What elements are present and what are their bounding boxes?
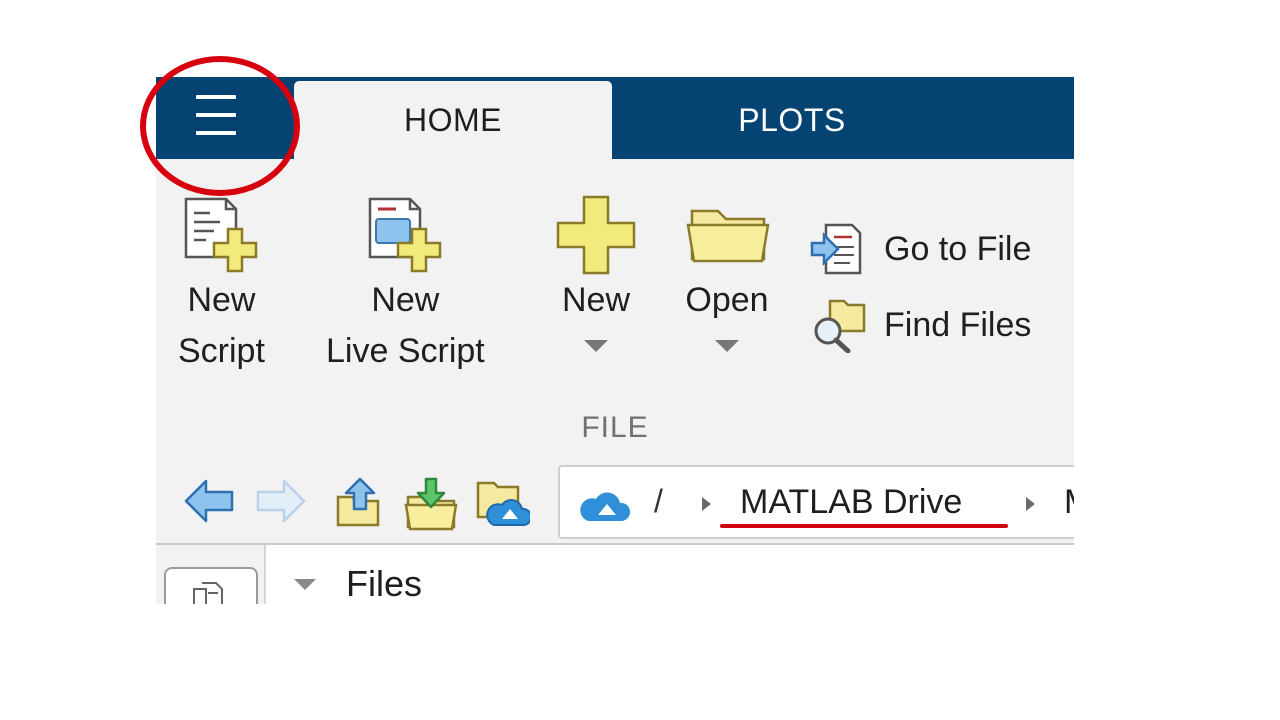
hamburger-line <box>196 131 236 135</box>
find-files-button[interactable]: Find Files <box>810 297 1031 353</box>
tab-home[interactable]: HOME <box>294 81 612 159</box>
new-live-script-button[interactable]: New Live Script <box>326 195 485 377</box>
new-button[interactable]: New <box>556 195 636 352</box>
new-live-script-label-2: Live Script <box>326 332 485 370</box>
files-panel-toggle-button[interactable] <box>164 567 258 604</box>
folder-download-icon <box>404 477 458 531</box>
browse-folder-button[interactable] <box>404 475 458 536</box>
new-live-script-label-1: New <box>371 281 440 319</box>
breadcrumb-next-folder[interactable]: M <box>1064 483 1074 522</box>
breadcrumb-chevron-icon <box>702 497 711 511</box>
folder-up-icon <box>336 477 380 527</box>
hamburger-line <box>196 113 236 117</box>
back-arrow-icon <box>184 479 234 523</box>
breadcrumb-chevron-icon <box>1026 497 1035 511</box>
new-script-button[interactable]: New Script <box>178 195 265 377</box>
new-label: New <box>561 281 631 319</box>
find-files-label: Find Files <box>884 305 1032 344</box>
files-panel-icon <box>193 582 223 604</box>
matlab-drive-cloud-icon[interactable] <box>576 487 632 523</box>
back-button[interactable] <box>182 477 236 530</box>
breadcrumb-root[interactable]: / <box>654 483 663 520</box>
folder-open-icon <box>686 209 770 263</box>
go-to-file-button[interactable]: Go to File <box>810 221 1031 277</box>
matlab-drive-folder-button[interactable] <box>474 477 533 534</box>
toolstrip-tab-bar: HOME PLOTS <box>156 77 1074 159</box>
open-dropdown-caret-icon[interactable] <box>715 340 739 352</box>
go-to-file-label: Go to File <box>884 229 1032 268</box>
files-panel: Files <box>156 545 1074 604</box>
left-side-rail <box>156 545 266 604</box>
file-group-label: FILE <box>581 411 649 444</box>
forward-arrow-icon <box>256 479 306 523</box>
hamburger-menu-button[interactable] <box>192 95 240 135</box>
folder-cloud-icon <box>476 481 533 526</box>
open-button[interactable]: Open <box>678 195 776 352</box>
forward-button[interactable] <box>254 477 308 530</box>
files-panel-title: Files <box>346 563 423 604</box>
new-script-label-1: New <box>187 281 256 319</box>
new-live-script-icon <box>369 197 442 273</box>
go-to-file-icon <box>810 223 862 275</box>
open-label: Open <box>685 281 769 319</box>
files-collapse-caret-icon[interactable] <box>294 579 316 590</box>
new-dropdown-caret-icon[interactable] <box>584 340 608 352</box>
breadcrumb-matlab-drive[interactable]: MATLAB Drive <box>740 483 962 522</box>
up-one-folder-button[interactable] <box>334 475 384 534</box>
hamburger-menu-icon <box>196 95 236 99</box>
find-files-icon <box>814 299 866 353</box>
plus-icon <box>556 195 636 275</box>
tab-plots[interactable]: PLOTS <box>614 81 970 159</box>
new-script-label-2: Script <box>178 332 265 370</box>
new-script-icon <box>185 197 258 273</box>
annotation-underline <box>720 524 1008 528</box>
